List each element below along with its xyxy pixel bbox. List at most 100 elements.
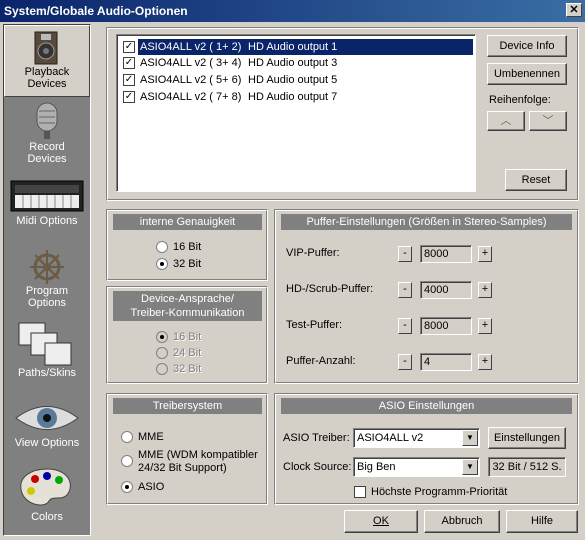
precision-16bit-radio[interactable]	[156, 241, 168, 253]
device-list[interactable]: ✓ ASIO4ALL v2 ( 1+ 2) HD Audio output 1 ✓…	[116, 34, 476, 192]
buffer-count-decrement[interactable]: -	[398, 354, 412, 370]
asio-driver-label: ASIO Treiber:	[283, 432, 350, 444]
speaker-icon	[34, 31, 58, 65]
scrub-buffer-decrement[interactable]: -	[398, 282, 412, 298]
device-name: ASIO4ALL v2 ( 7+ 8)	[140, 91, 242, 103]
mme-radio[interactable]	[121, 431, 133, 443]
sidebar-item-paths-skins[interactable]: Paths/Skins	[4, 321, 90, 385]
device-name: ASIO4ALL v2 ( 3+ 4)	[140, 57, 242, 69]
help-button[interactable]: Hilfe	[506, 510, 578, 533]
sidebar-label: Record	[29, 141, 65, 153]
comm-24bit-label: 24 Bit	[173, 347, 202, 359]
device-checkbox[interactable]: ✓	[123, 57, 135, 69]
palette-icon	[20, 468, 71, 506]
list-item[interactable]: ✓ ASIO4ALL v2 ( 5+ 6) HD Audio output 5	[121, 72, 473, 88]
device-comm-title-line2: Treiber-Kommunikation	[130, 307, 245, 319]
scrub-buffer-label: HD-/Scrub-Puffer:	[286, 283, 374, 295]
window-title: System/Globale Audio-Optionen	[4, 4, 188, 18]
buffer-count-label: Puffer-Anzahl:	[286, 355, 356, 367]
reset-button[interactable]: Reset	[505, 169, 567, 191]
sidebar-label: Program	[25, 285, 69, 297]
sidebar-item-view-options[interactable]: View Options	[4, 397, 90, 457]
list-item[interactable]: ✓ ASIO4ALL v2 ( 3+ 4) HD Audio output 3	[121, 55, 473, 71]
device-name: ASIO4ALL v2 ( 1+ 2)	[140, 41, 242, 53]
sidebar-label: Options	[28, 297, 66, 309]
asio-title: ASIO Einstellungen	[281, 398, 572, 414]
sidebar-item-record-devices[interactable]: Record Devices	[4, 99, 90, 169]
comm-16bit-label: 16 Bit	[173, 331, 202, 343]
mme-label: MME	[138, 431, 164, 443]
move-down-button[interactable]: ﹀	[529, 111, 567, 131]
sidebar-item-program-options[interactable]: Program Options	[4, 247, 90, 315]
device-output: HD Audio output 7	[248, 91, 338, 103]
scrub-buffer-increment[interactable]: +	[478, 282, 492, 298]
device-checkbox[interactable]: ✓	[123, 91, 135, 103]
helm-icon	[30, 250, 64, 284]
sidebar-item-colors[interactable]: Colors	[4, 465, 90, 529]
precision-32bit-radio[interactable]	[156, 258, 168, 270]
device-checkbox[interactable]: ✓	[123, 41, 135, 53]
device-comm-title-line1: Device-Ansprache/	[141, 293, 234, 305]
scrub-buffer-field[interactable]: 4000	[420, 281, 472, 299]
device-checkbox[interactable]: ✓	[123, 74, 135, 86]
move-up-button[interactable]: ︿	[487, 111, 525, 131]
device-output: HD Audio output 1	[248, 41, 338, 53]
asio-format-display: 32 Bit / 512 S.	[488, 457, 566, 477]
wdm-label: MME (WDM kompatibler 24/32 Bit Support)	[138, 449, 258, 475]
vip-buffer-label: VIP-Puffer:	[286, 247, 340, 259]
test-buffer-increment[interactable]: +	[478, 318, 492, 334]
precision-16bit-label: 16 Bit	[173, 241, 202, 253]
buffer-title: Puffer-Einstellungen (Größen in Stereo-S…	[281, 214, 572, 230]
rename-button[interactable]: Umbenennen	[487, 63, 567, 85]
device-comm-title: Device-Ansprache/ Treiber-Kommunikation	[113, 291, 262, 321]
window-titlebar: System/Globale Audio-Optionen ✕	[0, 0, 585, 22]
clock-source-select[interactable]: Big Ben ▼	[353, 457, 480, 477]
sidebar-label: Devices	[27, 78, 67, 90]
comm-32bit-radio[interactable]	[156, 363, 168, 375]
wdm-label-line1: MME (WDM kompatibler	[138, 449, 258, 461]
sidebar-label: Paths/Skins	[17, 367, 77, 379]
sidebar-label: Colors	[31, 511, 63, 523]
vip-buffer-decrement[interactable]: -	[398, 246, 412, 262]
buffer-count-field[interactable]: 4	[420, 353, 472, 371]
test-buffer-field[interactable]: 8000	[420, 317, 472, 335]
device-output: HD Audio output 5	[248, 74, 338, 86]
wdm-label-line2: 24/32 Bit Support)	[138, 462, 227, 474]
close-button[interactable]: ✕	[566, 3, 582, 17]
category-sidebar: Playback Devices Record Devices Midi Opt…	[3, 24, 91, 536]
device-info-button[interactable]: Device Info	[487, 35, 567, 57]
sidebar-item-playback-devices[interactable]: Playback Devices	[4, 25, 90, 97]
driver-system-title: Treibersystem	[113, 398, 262, 414]
sidebar-label: Playback	[24, 66, 70, 78]
comm-32bit-label: 32 Bit	[173, 363, 202, 375]
device-output: HD Audio output 3	[248, 57, 338, 69]
test-buffer-decrement[interactable]: -	[398, 318, 412, 334]
priority-label: Höchste Programm-Priorität	[371, 486, 508, 498]
list-item[interactable]: ✓ ASIO4ALL v2 ( 7+ 8) HD Audio output 7	[121, 89, 473, 105]
asio-radio[interactable]	[121, 481, 133, 493]
asio-settings-button[interactable]: Einstellungen	[488, 427, 566, 449]
keyboard-icon	[10, 180, 84, 212]
sidebar-item-midi-options[interactable]: Midi Options	[4, 175, 90, 239]
device-name: ASIO4ALL v2 ( 5+ 6)	[140, 74, 242, 86]
clock-source-label: Clock Source:	[283, 461, 352, 473]
vip-buffer-increment[interactable]: +	[478, 246, 492, 262]
ok-button[interactable]: OK	[344, 510, 418, 533]
comm-24bit-radio[interactable]	[156, 347, 168, 359]
sidebar-label: Midi Options	[16, 215, 78, 227]
sidebar-label: View Options	[14, 437, 80, 449]
chevron-down-icon[interactable]: ▼	[462, 430, 478, 446]
clock-source-value: Big Ben	[357, 461, 396, 473]
buffer-count-increment[interactable]: +	[478, 354, 492, 370]
precision-title: interne Genauigkeit	[113, 214, 262, 230]
wdm-radio[interactable]	[121, 455, 133, 467]
cancel-button[interactable]: Abbruch	[424, 510, 500, 533]
priority-checkbox[interactable]	[354, 486, 366, 498]
comm-16bit-radio[interactable]	[156, 331, 168, 343]
list-item[interactable]: ✓ ASIO4ALL v2 ( 1+ 2) HD Audio output 1	[121, 39, 473, 55]
asio-driver-select[interactable]: ASIO4ALL v2 ▼	[353, 428, 480, 448]
precision-32bit-label: 32 Bit	[173, 258, 202, 270]
microphone-icon	[36, 102, 58, 139]
vip-buffer-field[interactable]: 8000	[420, 245, 472, 263]
chevron-down-icon[interactable]: ▼	[462, 459, 478, 475]
